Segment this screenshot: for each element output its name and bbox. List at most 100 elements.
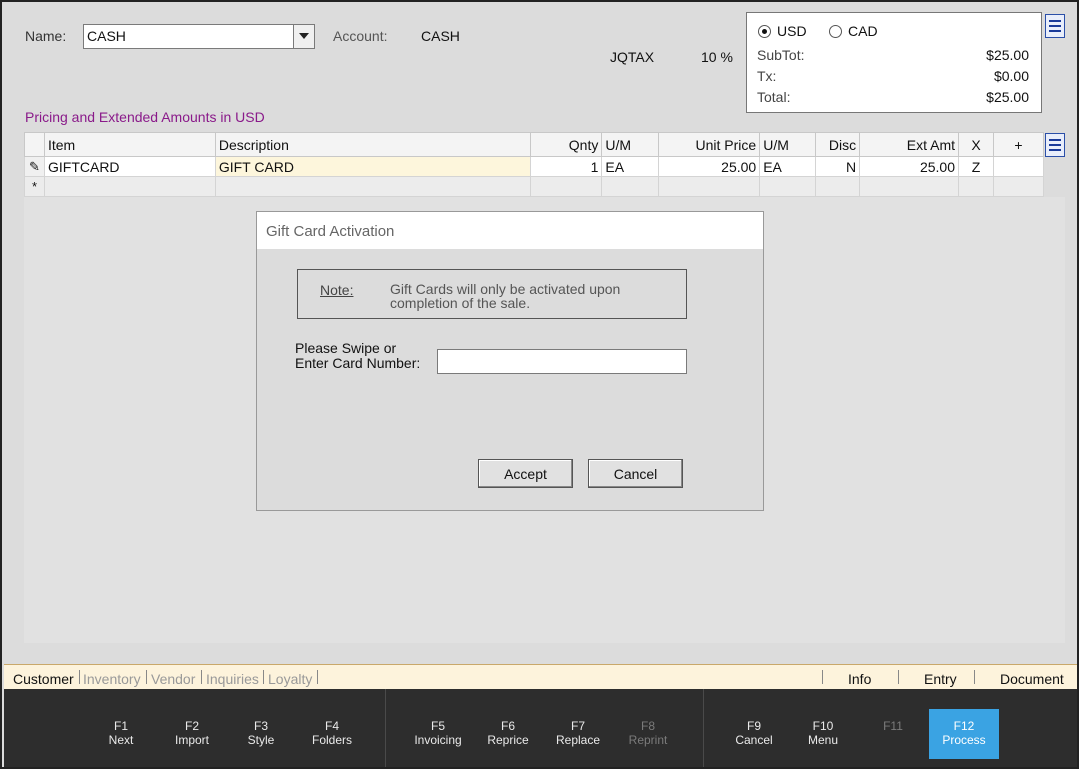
- tab-info[interactable]: Info: [848, 671, 871, 687]
- currency-radio-usd[interactable]: USD: [758, 23, 807, 39]
- currency-totals-panel: USD CAD SubTot: $25.00 Tx: $0.00 Total: …: [746, 12, 1042, 113]
- fkey-key: F1: [113, 719, 128, 733]
- f5-invoicing-button[interactable]: F5 Invoicing: [403, 709, 473, 759]
- card-number-input[interactable]: [437, 349, 687, 374]
- currency-radio-cad[interactable]: CAD: [829, 23, 878, 39]
- f3-style-button[interactable]: F3 Style: [226, 709, 296, 759]
- tab-inquiries[interactable]: Inquiries: [206, 671, 259, 687]
- fkey-label: Import: [174, 733, 209, 747]
- fkey-label: Menu: [807, 733, 839, 747]
- name-combobox[interactable]: CASH: [83, 24, 315, 49]
- column-header[interactable]: Ext Amt: [859, 132, 960, 157]
- prompt-line: Please Swipe or: [295, 340, 397, 356]
- cell-description[interactable]: GIFT CARD: [214, 156, 532, 177]
- f2-import-button[interactable]: F2 Import: [157, 709, 227, 759]
- row-header-corner: [24, 132, 45, 157]
- currency-radio-label: USD: [777, 23, 807, 39]
- cell-item[interactable]: GIFTCARD: [43, 156, 216, 177]
- accept-button[interactable]: Accept: [478, 459, 573, 488]
- module-tab-bar: Customer Inventory Vendor Inquiries Loya…: [4, 664, 1077, 689]
- f9-cancel-button[interactable]: F9 Cancel: [719, 709, 789, 759]
- function-key-bar: F1 Next F2 Import F3 Style F4 Folders F5…: [4, 689, 1077, 767]
- subtotal-value: $25.00: [986, 47, 1029, 63]
- new-row-cell[interactable]: [759, 176, 817, 197]
- radio-selected-icon[interactable]: [758, 24, 771, 38]
- f10-menu-button[interactable]: F10 Menu: [788, 709, 858, 759]
- cell-ext-amt[interactable]: 25.00: [859, 156, 960, 177]
- fkey-key: F8: [640, 719, 655, 733]
- f8-reprint-button: F8 Reprint: [613, 709, 683, 759]
- tab-loyalty[interactable]: Loyalty: [268, 671, 312, 687]
- fkey-key: F9: [746, 719, 761, 733]
- column-header[interactable]: Unit Price: [658, 132, 761, 157]
- cancel-button[interactable]: Cancel: [588, 459, 683, 488]
- tab-vendor[interactable]: Vendor: [151, 671, 195, 687]
- gift-card-activation-dialog: Gift Card Activation Note: Gift Cards wi…: [256, 211, 764, 511]
- new-row-cell[interactable]: [658, 176, 761, 197]
- fkey-key: F5: [430, 719, 445, 733]
- new-row[interactable]: *: [24, 176, 1045, 197]
- tab-inventory[interactable]: Inventory: [83, 671, 141, 687]
- table-row[interactable]: ✎ GIFTCARD GIFT CARD 1 EA 25.00 EA N 25.…: [24, 156, 1045, 177]
- fkey-key: F7: [570, 719, 585, 733]
- note-label: Note:: [320, 282, 354, 298]
- f1-next-button[interactable]: F1 Next: [86, 709, 156, 759]
- fkey-label: Cancel: [735, 733, 773, 747]
- fkey-label: Style: [247, 733, 275, 747]
- f4-folders-button[interactable]: F4 Folders: [297, 709, 367, 759]
- chevron-down-icon[interactable]: [293, 25, 314, 48]
- new-row-cell[interactable]: [992, 176, 1045, 197]
- fkey-label: Process: [942, 733, 986, 747]
- f11-button: F11: [858, 709, 928, 759]
- subtotal-label: SubTot:: [757, 47, 805, 63]
- column-header[interactable]: Disc: [815, 132, 861, 157]
- f6-reprice-button[interactable]: F6 Reprice: [473, 709, 543, 759]
- new-row-cell[interactable]: [601, 176, 660, 197]
- header-hamburger-menu-icon[interactable]: [1045, 14, 1065, 38]
- cell-x[interactable]: Z: [958, 156, 994, 177]
- new-row-cell[interactable]: [815, 176, 861, 197]
- fkey-label: Reprice: [487, 733, 529, 747]
- cell-um[interactable]: EA: [601, 156, 660, 177]
- cell-um2[interactable]: EA: [759, 156, 817, 177]
- new-row-cell[interactable]: [530, 176, 603, 197]
- fkey-label: Next: [108, 733, 134, 747]
- grid-hamburger-menu-icon[interactable]: [1045, 133, 1065, 157]
- cell-unit-price[interactable]: 25.00: [658, 156, 761, 177]
- column-header[interactable]: Qnty: [530, 132, 603, 157]
- new-row-cell[interactable]: [214, 176, 532, 197]
- fkey-key: F4: [324, 719, 339, 733]
- cell-qnty[interactable]: 1: [530, 156, 603, 177]
- tab-entry[interactable]: Entry: [924, 671, 957, 687]
- cell-disc[interactable]: N: [815, 156, 861, 177]
- f7-replace-button[interactable]: F7 Replace: [543, 709, 613, 759]
- column-header[interactable]: X: [958, 132, 994, 157]
- column-header[interactable]: +: [992, 132, 1045, 157]
- f12-process-button[interactable]: F12 Process: [929, 709, 999, 759]
- tax-label: Tx:: [757, 68, 777, 84]
- new-row-cell[interactable]: [958, 176, 994, 197]
- tax-value: $0.00: [993, 68, 1029, 84]
- tab-document[interactable]: Document: [1000, 671, 1064, 687]
- fkey-key: F6: [500, 719, 515, 733]
- line-item-grid: Item Description Qnty U/M Unit Price U/M…: [24, 132, 1045, 197]
- subtotal-row: SubTot: $25.00: [757, 47, 1029, 63]
- radio-unselected-icon[interactable]: [829, 24, 842, 38]
- fkey-label: Folders: [311, 733, 352, 747]
- column-header[interactable]: U/M: [759, 132, 817, 157]
- tax-row: Tx: $0.00: [757, 68, 1029, 84]
- column-header[interactable]: Description: [214, 132, 532, 157]
- tax-name: JQTAX: [610, 49, 655, 65]
- pricing-caption: Pricing and Extended Amounts in USD: [25, 109, 265, 125]
- fkey-label: Invoicing: [414, 733, 462, 747]
- column-header[interactable]: U/M: [601, 132, 660, 157]
- total-label: Total:: [757, 89, 791, 105]
- fkey-key: F11: [883, 719, 903, 733]
- new-row-cell[interactable]: [43, 176, 216, 197]
- grid-header-row: Item Description Qnty U/M Unit Price U/M…: [24, 132, 1045, 157]
- cell-plus[interactable]: [992, 156, 1045, 177]
- column-header[interactable]: Item: [43, 132, 216, 157]
- tab-customer[interactable]: Customer: [13, 671, 74, 687]
- pos-window: Name: CASH Account: CASH JQTAX 10 % USD …: [0, 0, 1079, 769]
- new-row-cell[interactable]: [859, 176, 960, 197]
